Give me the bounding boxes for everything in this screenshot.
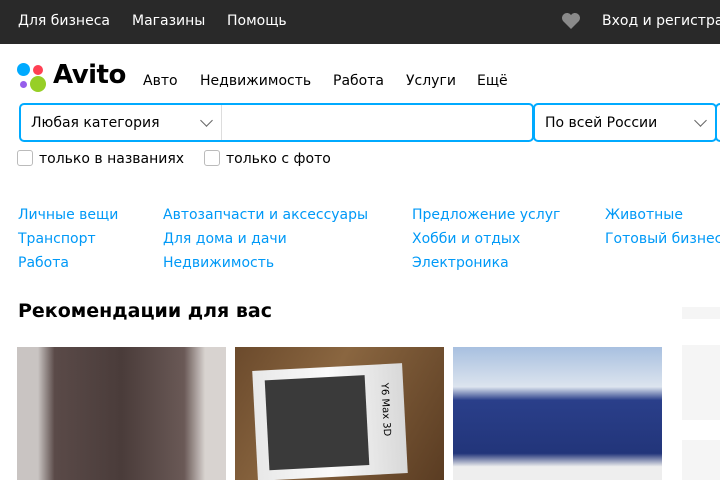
avito-logo[interactable]: Avito [17,60,127,94]
category-select[interactable]: Любая категория [21,105,222,140]
phone-box-image: Y6 Max 3D [252,363,408,480]
phone-label: Y6 Max 3D [378,382,393,437]
side-banner [682,440,720,480]
region-select[interactable]: По всей России [533,103,717,142]
category-link[interactable]: Недвижимость [163,255,274,271]
with-photo-label: только с фото [226,151,331,167]
category-link[interactable]: Для дома и дачи [163,231,287,247]
category-link[interactable]: Автозапчасти и аксессуары [163,207,368,223]
help-link[interactable]: Помощь [227,13,287,29]
chevron-down-icon [694,114,707,127]
category-link[interactable]: Работа [18,255,69,271]
nav-more[interactable]: Ещё [477,73,508,89]
shops-link[interactable]: Магазины [132,13,205,29]
business-link[interactable]: Для бизнеса [18,13,110,29]
top-bar: Для бизнеса Магазины Помощь Вход и регис… [0,0,720,44]
category-link[interactable]: Электроника [412,255,509,271]
nav-jobs[interactable]: Работа [333,73,384,89]
product-card-phone[interactable]: Y6 Max 3D [235,347,444,480]
checkbox-icon[interactable] [204,150,220,166]
category-link[interactable]: Хобби и отдых [412,231,520,247]
recommendations-title: Рекомендации для вас [18,300,272,322]
category-link[interactable]: Личные вещи [18,207,118,223]
nav-realty[interactable]: Недвижимость [200,73,311,89]
side-banner [682,345,720,420]
category-link[interactable]: Готовый бизнес [605,231,720,247]
nav-auto[interactable]: Авто [143,73,178,89]
titles-only-checkbox[interactable]: только в названиях [17,150,184,167]
category-value: Любая категория [31,115,160,131]
checkbox-icon[interactable] [17,150,33,166]
product-card-fur-coat[interactable] [17,347,226,480]
titles-only-label: только в названиях [39,151,185,167]
login-link[interactable]: Вход и регистрация [602,13,720,29]
side-banner [682,307,720,319]
search-bar: Любая категория По всей России [19,103,720,142]
category-link[interactable]: Предложение услуг [412,207,560,223]
category-link[interactable]: Транспорт [18,231,96,247]
region-value: По всей России [545,115,658,131]
search-group: Любая категория [19,103,534,142]
search-input[interactable] [223,105,529,140]
nav-services[interactable]: Услуги [406,73,456,89]
search-button[interactable] [715,103,720,142]
favorites-heart-icon[interactable] [561,12,581,30]
logo-text: Avito [53,60,126,90]
with-photo-checkbox[interactable]: только с фото [204,150,331,167]
category-link[interactable]: Животные [605,207,683,223]
chevron-down-icon [200,114,213,127]
product-card-car[interactable] [453,347,662,480]
